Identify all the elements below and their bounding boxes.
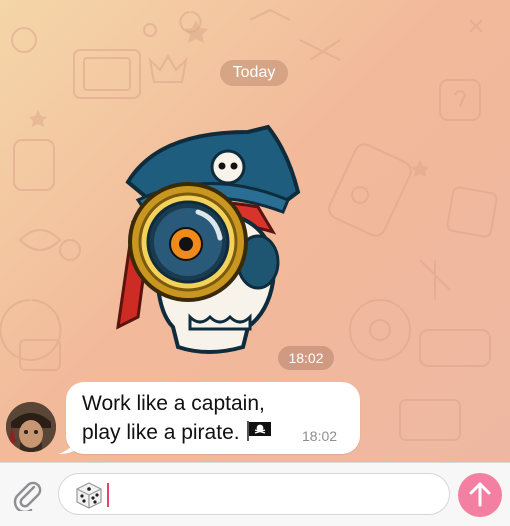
sticker-timestamp: 18:02 [278, 346, 334, 370]
pirate-skull-sticker[interactable] [98, 112, 328, 362]
message-input[interactable] [111, 482, 435, 508]
message-text-line-2: play like a pirate. [82, 421, 272, 445]
avatar[interactable] [6, 402, 56, 452]
message-bubble[interactable]: Work like a captain, play like a pirate.… [66, 382, 360, 454]
date-separator: Today [220, 60, 288, 86]
paperclip-icon[interactable] [12, 479, 42, 511]
dice-icon[interactable] [75, 481, 103, 509]
message-timestamp: 18:02 [302, 428, 338, 444]
arrow-up-icon [469, 482, 491, 507]
chat-screen: Today 18:02 Work like a captain, play li… [0, 0, 510, 526]
send-button[interactable] [458, 473, 502, 517]
pirate-flag-icon [246, 421, 271, 441]
pirate-avatar-image [6, 402, 56, 452]
message-text-line-1: Work like a captain, [82, 392, 265, 415]
text-caret [107, 483, 109, 507]
message-input-bar [0, 462, 510, 526]
message-text-line-2-label: play like a pirate. [82, 421, 240, 444]
message-input-field[interactable] [58, 473, 450, 515]
